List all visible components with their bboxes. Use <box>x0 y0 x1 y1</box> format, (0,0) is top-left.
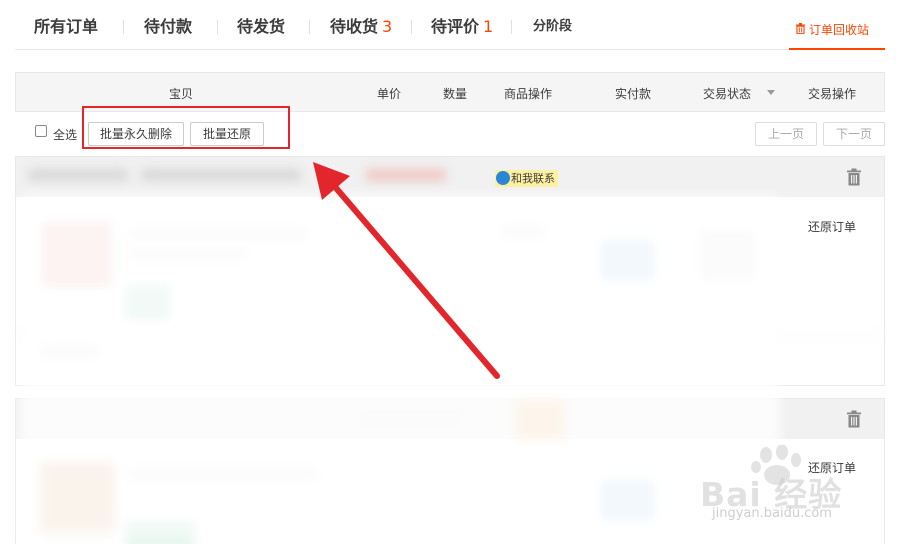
watermark-url: jingyan.baidu.com <box>712 506 832 521</box>
